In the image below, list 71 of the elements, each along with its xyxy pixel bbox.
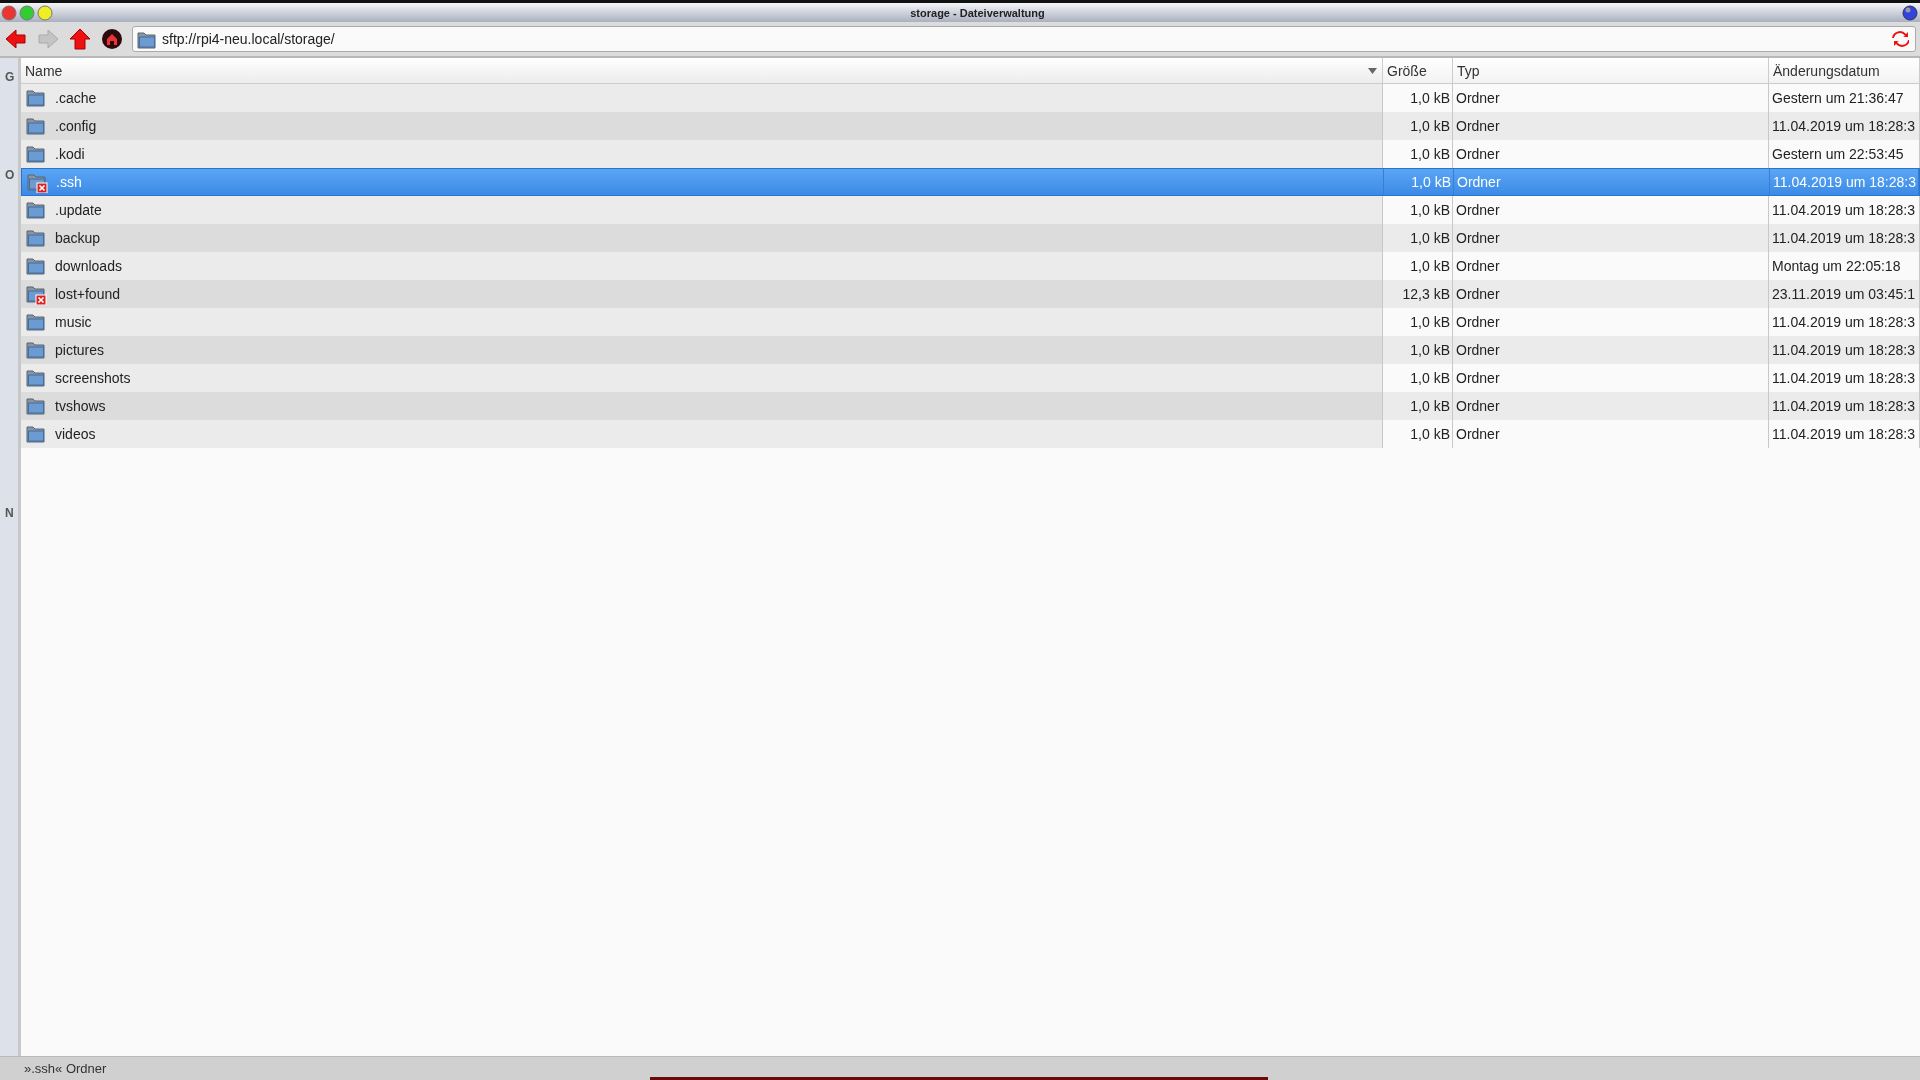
modified-date: 11.04.2019 um 18:28:3 xyxy=(1769,112,1920,140)
file-name: .cache xyxy=(55,90,97,106)
panel-tab-label[interactable]: G xyxy=(5,70,15,84)
file-type: Ordner xyxy=(1453,224,1769,252)
file-name: .kodi xyxy=(55,146,85,162)
file-type: Ordner xyxy=(1453,364,1769,392)
file-type: Ordner xyxy=(1453,420,1769,448)
column-header[interactable]: Typ xyxy=(1453,58,1769,83)
column-header[interactable]: Name xyxy=(21,58,1383,83)
modified-date: Gestern um 21:36:47 xyxy=(1769,84,1920,112)
file-type: Ordner xyxy=(1454,169,1770,195)
folder-icon xyxy=(26,423,47,445)
file-name: backup xyxy=(55,230,101,246)
file-size: 1,0 kB xyxy=(1383,224,1453,252)
modified-date: 11.04.2019 um 18:28:3 xyxy=(1769,336,1920,364)
folder-icon xyxy=(26,87,47,109)
modified-date: Gestern um 22:53:45 xyxy=(1769,140,1920,168)
folder-icon xyxy=(26,143,47,165)
file-type: Ordner xyxy=(1453,252,1769,280)
file-size: 12,3 kB xyxy=(1383,280,1453,308)
file-name: lost+found xyxy=(55,286,120,302)
panel-tab-label[interactable]: N xyxy=(5,506,14,520)
modified-date: 11.04.2019 um 18:28:3 xyxy=(1769,224,1920,252)
file-size: 1,0 kB xyxy=(1383,336,1453,364)
file-name: .update xyxy=(55,202,102,218)
file-type: Ordner xyxy=(1453,196,1769,224)
column-header[interactable]: Größe xyxy=(1383,58,1453,83)
up-button[interactable] xyxy=(68,27,92,51)
column-header[interactable]: Änderungsdatum xyxy=(1769,58,1920,83)
folder-icon xyxy=(26,199,47,221)
file-name: screenshots xyxy=(55,370,131,386)
file-type: Ordner xyxy=(1453,112,1769,140)
file-size: 1,0 kB xyxy=(1384,169,1454,195)
reload-icon[interactable] xyxy=(1891,30,1909,48)
file-type: Ordner xyxy=(1453,308,1769,336)
folder-icon xyxy=(26,395,47,417)
sort-icon xyxy=(1367,65,1378,76)
file-type: Ordner xyxy=(1453,280,1769,308)
file-name: .ssh xyxy=(56,174,82,190)
folder-icon xyxy=(26,115,47,137)
file-name: tvshows xyxy=(55,398,106,414)
file-size: 1,0 kB xyxy=(1383,392,1453,420)
back-button[interactable] xyxy=(4,27,28,51)
folder-icon xyxy=(26,339,47,361)
minimize-button[interactable] xyxy=(19,4,35,21)
file-name: music xyxy=(55,314,92,330)
modified-date: 11.04.2019 um 18:28:3 xyxy=(1770,169,1919,195)
maximize-button[interactable] xyxy=(37,4,53,21)
folder-icon xyxy=(26,367,47,389)
location-field[interactable]: sftp://rpi4-neu.local/storage/ xyxy=(132,26,1916,52)
home-button[interactable] xyxy=(100,27,124,51)
modified-date: 23.11.2019 um 03:45:1 xyxy=(1769,280,1920,308)
file-name: downloads xyxy=(55,258,122,274)
folder-icon xyxy=(26,227,47,249)
file-name: videos xyxy=(55,426,96,442)
folder-icon xyxy=(26,255,47,277)
status-text: ».ssh« Ordner xyxy=(24,1061,107,1076)
file-type: Ordner xyxy=(1453,392,1769,420)
folder-icon xyxy=(137,29,156,49)
window-menu-button[interactable] xyxy=(1902,4,1918,21)
close-button[interactable] xyxy=(1,4,17,21)
file-type: Ordner xyxy=(1453,84,1769,112)
file-type: Ordner xyxy=(1453,140,1769,168)
file-name: .config xyxy=(55,118,97,134)
modified-date: 11.04.2019 um 18:28:3 xyxy=(1769,392,1920,420)
panel-tab-label[interactable]: O xyxy=(5,168,15,182)
file-type: Ordner xyxy=(1453,336,1769,364)
folder-icon xyxy=(26,311,47,333)
file-size: 1,0 kB xyxy=(1383,112,1453,140)
file-name: pictures xyxy=(55,342,105,358)
window-title: storage - Dateiverwaltung xyxy=(909,6,1046,19)
